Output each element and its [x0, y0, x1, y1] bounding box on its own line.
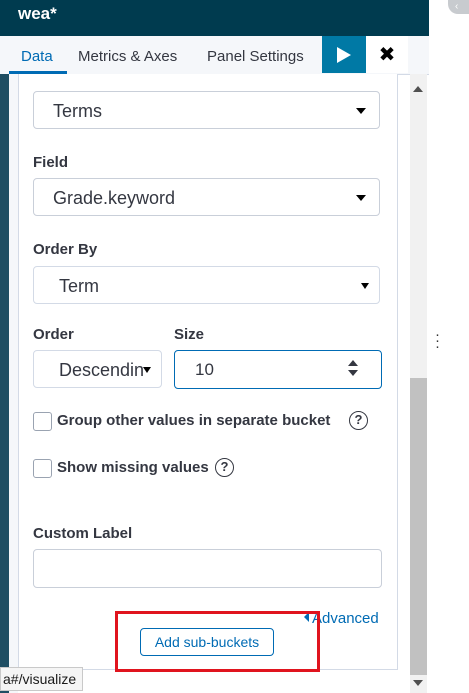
- editor-header: wea*: [0, 0, 429, 36]
- order-value: Descending: [59, 360, 143, 380]
- show-missing-checkbox[interactable]: [33, 459, 52, 478]
- field-label: Field: [33, 154, 69, 171]
- scrollbar-thumb[interactable]: [410, 378, 427, 675]
- tab-data[interactable]: Data: [21, 48, 53, 65]
- size-label: Size: [174, 326, 205, 343]
- aggregation-value: Terms: [53, 101, 102, 121]
- size-value: 10: [195, 360, 214, 379]
- highlight-annotation-box: [115, 611, 320, 672]
- left-nav-stripe: [0, 74, 9, 693]
- group-other-label: Group other values in separate bucket: [57, 412, 331, 429]
- chevron-down-icon: [356, 195, 366, 201]
- question-circle-icon[interactable]: ?: [349, 411, 368, 430]
- scroll-down-arrow-icon[interactable]: [413, 680, 423, 686]
- order-select[interactable]: Descending: [33, 350, 162, 388]
- group-other-checkbox[interactable]: [33, 412, 52, 431]
- clipped-label-area: [33, 74, 380, 80]
- order-by-label: Order By: [33, 241, 98, 258]
- show-missing-label: Show missing values: [57, 459, 209, 476]
- order-by-select[interactable]: Term: [33, 266, 380, 304]
- scroll-up-arrow-icon[interactable]: [413, 86, 423, 92]
- chevron-down-icon: [356, 108, 366, 114]
- status-bar-url: a#/visualize: [0, 667, 84, 691]
- close-icon: ✖: [378, 44, 396, 66]
- discard-button[interactable]: ✖: [366, 36, 408, 73]
- custom-label-label: Custom Label: [33, 525, 133, 542]
- size-input[interactable]: 10: [174, 350, 382, 389]
- play-icon: [337, 46, 351, 63]
- order-by-value: Term: [59, 276, 99, 296]
- field-select[interactable]: Grade.keyword: [33, 178, 380, 216]
- aggregation-select[interactable]: Terms: [33, 91, 380, 129]
- chevron-left-icon: ‹: [455, 1, 459, 12]
- custom-label-input[interactable]: [33, 549, 382, 588]
- collapse-tab-icon[interactable]: ‹: [448, 0, 469, 14]
- stepper-up-icon[interactable]: [348, 360, 358, 366]
- field-value: Grade.keyword: [53, 188, 176, 208]
- sidebar-gutter: [9, 74, 18, 693]
- chevron-down-icon: [361, 283, 369, 289]
- tab-metrics-axes[interactable]: Metrics & Axes: [78, 48, 177, 65]
- visualization-title: wea*: [18, 4, 57, 23]
- tab-panel-settings[interactable]: Panel Settings: [207, 48, 304, 65]
- chevron-down-icon: [143, 367, 151, 373]
- advanced-label: Advanced: [312, 610, 379, 627]
- question-circle-icon[interactable]: ?: [215, 458, 234, 477]
- stepper-down-icon[interactable]: [348, 370, 358, 376]
- order-label: Order: [33, 326, 74, 343]
- apply-changes-button[interactable]: [322, 36, 366, 73]
- resize-handle-icon[interactable]: · · ·: [435, 327, 440, 354]
